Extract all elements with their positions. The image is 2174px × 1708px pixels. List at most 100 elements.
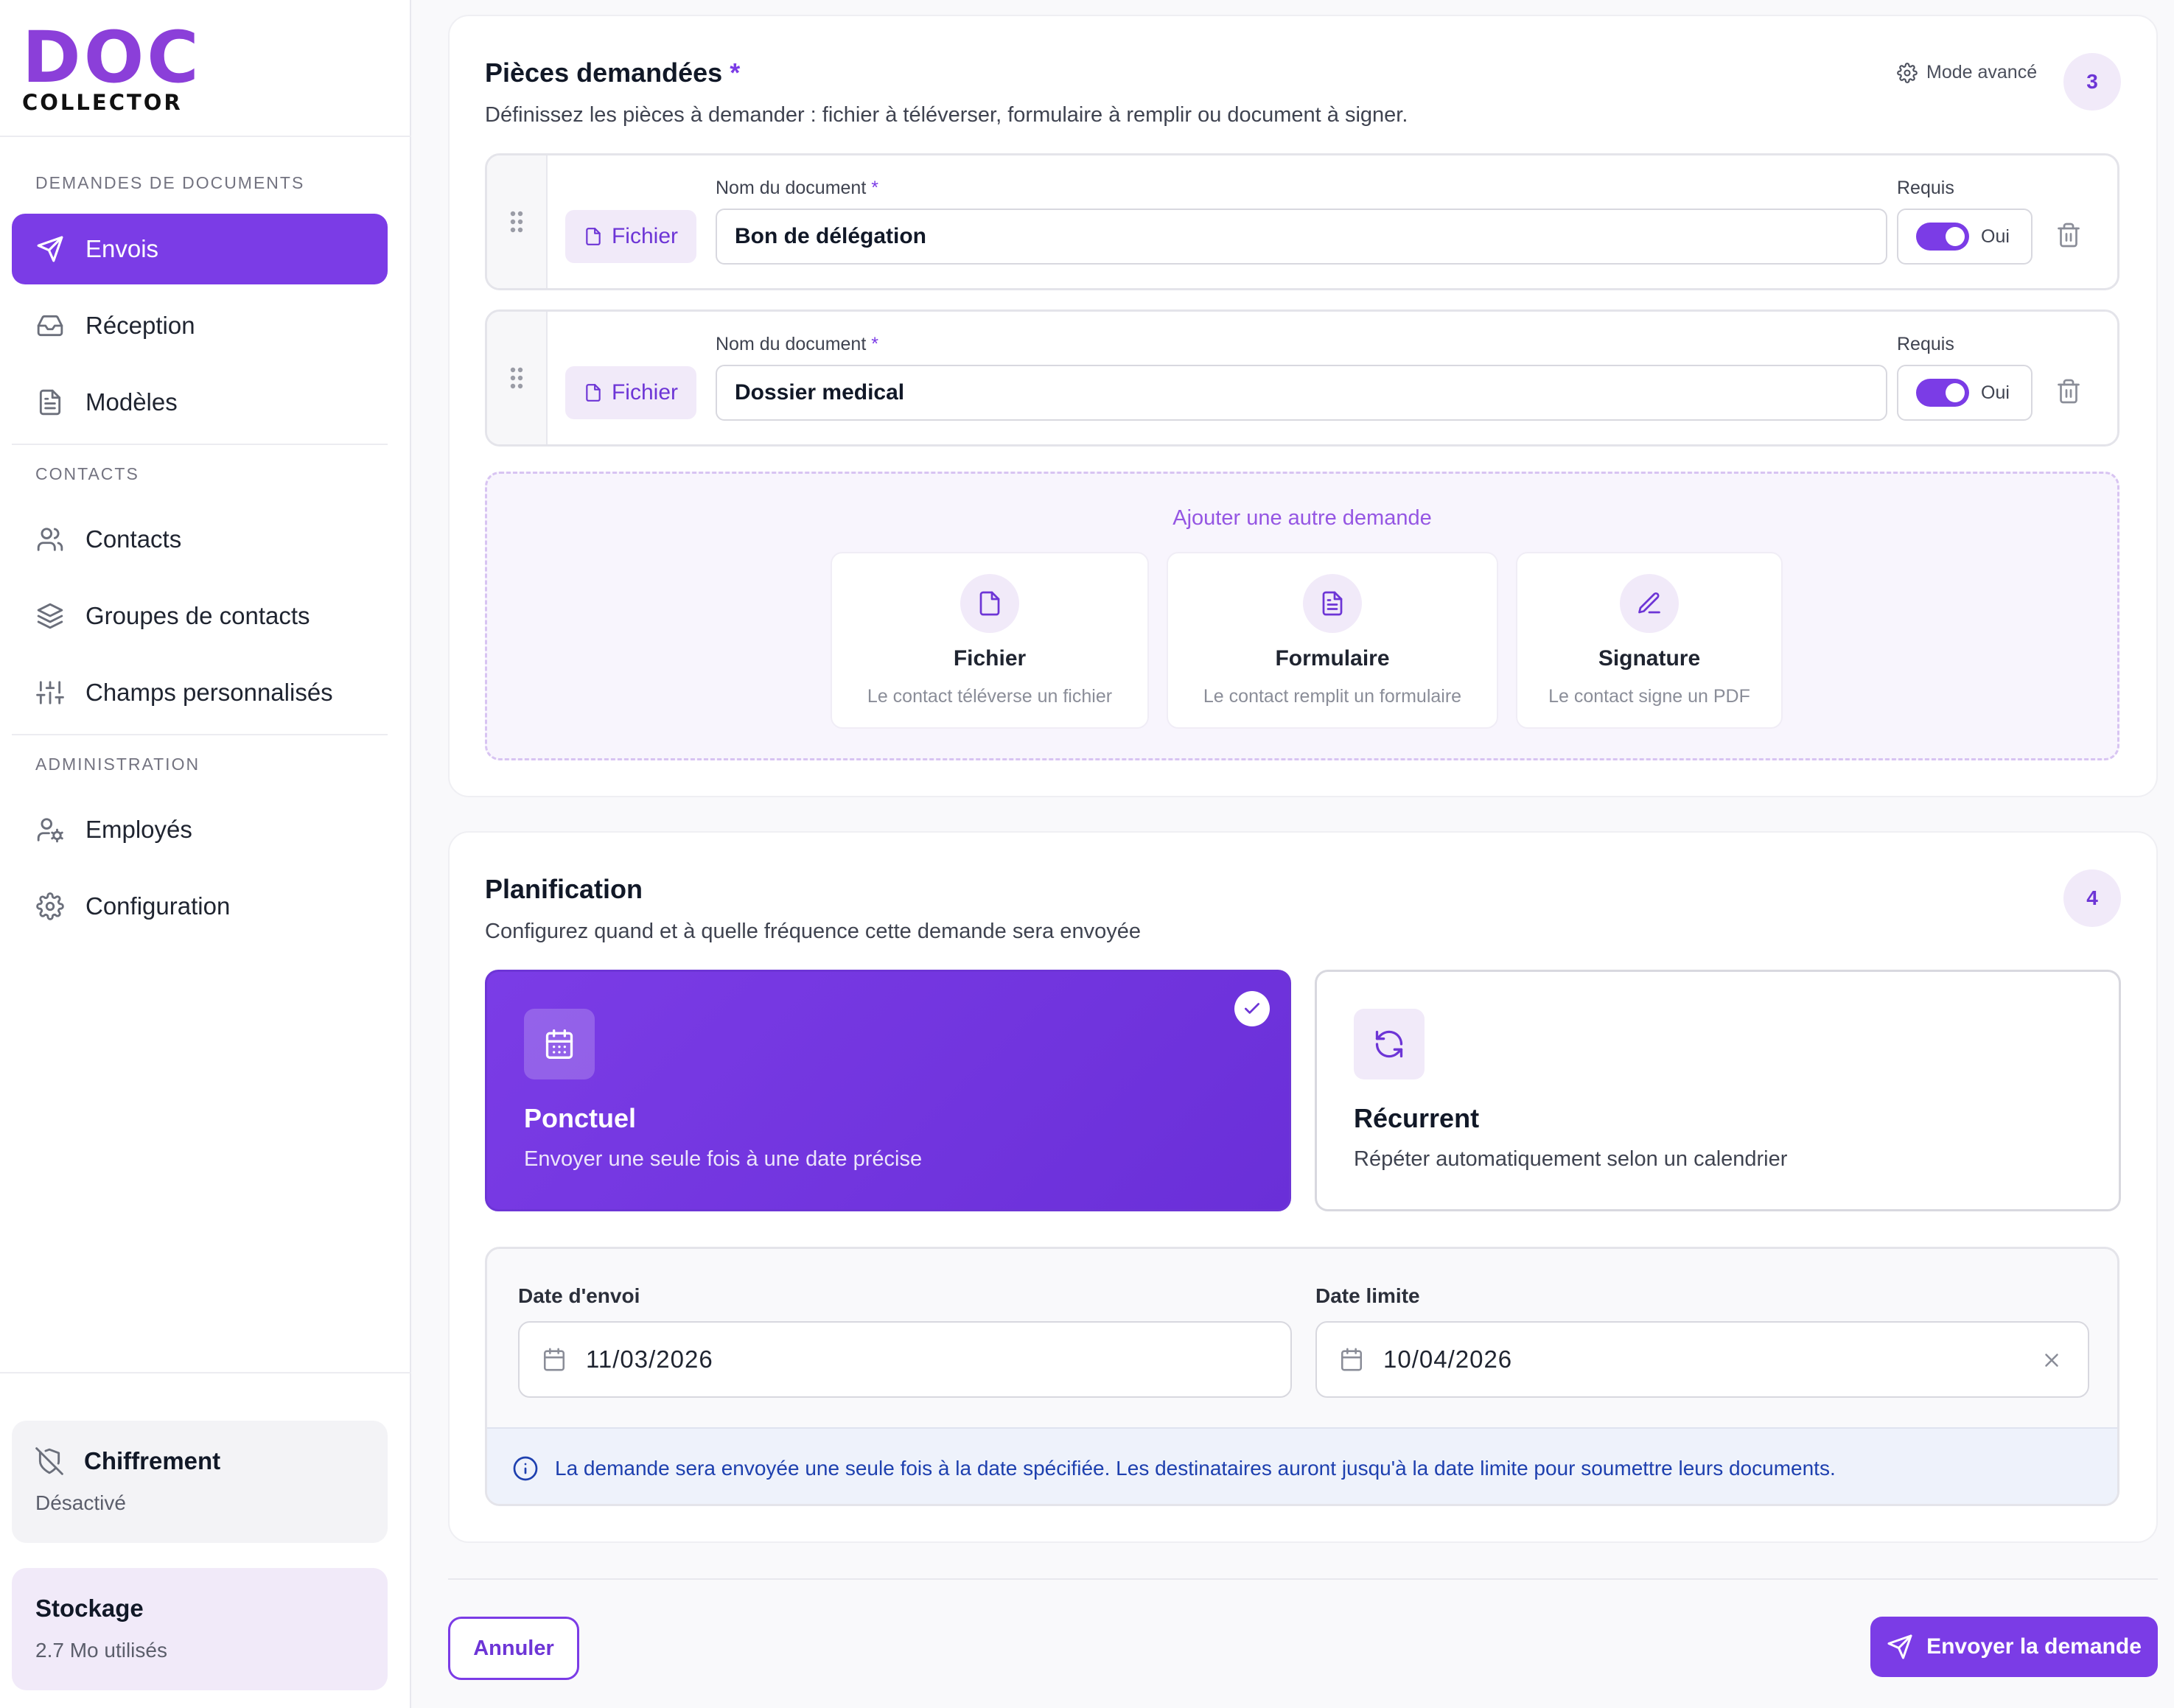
pen-icon — [1620, 574, 1679, 633]
add-file-option[interactable]: Fichier Le contact téléverse un fichier — [831, 552, 1149, 729]
send-icon — [1887, 1634, 1926, 1660]
check-icon — [1234, 991, 1270, 1026]
send-date-input[interactable]: 11/03/2026 — [518, 1321, 1292, 1398]
file-icon — [584, 227, 612, 246]
document-row: Fichier Nom du document * Requis Oui — [485, 309, 2119, 447]
send-request-button[interactable]: Envoyer la demande — [1870, 1617, 2158, 1677]
delete-document-button[interactable] — [2055, 222, 2082, 248]
clear-date-button[interactable] — [2041, 1349, 2063, 1371]
app-logo[interactable]: DOC COLLECTOR — [22, 16, 258, 115]
info-text: La demande sera envoyée une seule fois à… — [555, 1457, 1836, 1480]
sidebar-divider — [12, 734, 388, 735]
inbox-icon — [35, 311, 65, 340]
refresh-icon — [1354, 1009, 1425, 1079]
sidebar-item-configuration[interactable]: Configuration — [12, 871, 388, 942]
add-request-zone: Ajouter une autre demande Fichier Le con… — [485, 472, 2119, 760]
sidebar-item-label: Contacts — [85, 525, 182, 553]
add-request-title: Ajouter une autre demande — [1172, 506, 1432, 530]
send-date-label: Date d'envoi — [518, 1284, 640, 1307]
sidebar-item-envois[interactable]: Envois — [12, 214, 388, 284]
toggle-switch[interactable] — [1916, 379, 1969, 407]
document-type-chip[interactable]: Fichier — [565, 210, 696, 263]
deadline-label: Date limite — [1315, 1284, 1420, 1307]
info-banner: La demande sera envoyée une seule fois à… — [487, 1427, 2117, 1504]
user-cog-icon — [35, 815, 65, 844]
trash-icon — [2058, 379, 2080, 404]
sidebar-item-label: Groupes de contacts — [85, 602, 310, 629]
required-label: Requis — [1897, 178, 1954, 198]
sidebar-divider — [12, 444, 388, 445]
add-signature-option[interactable]: Signature Le contact signe un PDF — [1516, 552, 1783, 729]
encryption-card[interactable]: Chiffrement Désactivé — [12, 1421, 388, 1543]
sliders-icon — [35, 678, 65, 707]
sidebar-item-reception[interactable]: Réception — [12, 290, 388, 361]
add-form-option[interactable]: Formulaire Le contact remplit un formula… — [1167, 552, 1498, 729]
toggle-switch[interactable] — [1916, 223, 1969, 251]
calendar-icon — [524, 1009, 595, 1079]
encryption-status: Désactivé — [35, 1491, 126, 1514]
option-title: Fichier — [953, 646, 1027, 671]
required-toggle[interactable]: Oui — [1897, 209, 2033, 265]
advanced-mode-button[interactable]: Mode avancé — [1897, 62, 2037, 83]
section-heading-contacts: CONTACTS — [35, 464, 139, 483]
required-toggle[interactable]: Oui — [1897, 365, 2033, 421]
toggle-label: Oui — [1981, 382, 2010, 403]
sidebar-item-contacts[interactable]: Contacts — [12, 504, 388, 575]
calendar-icon — [542, 1347, 567, 1372]
document-type-chip[interactable]: Fichier — [565, 366, 696, 419]
schedule-option-ponctuel[interactable]: Ponctuel Envoyer une seule fois à une da… — [485, 970, 1291, 1211]
send-request-label: Envoyer la demande — [1926, 1634, 2142, 1659]
section-heading-documents: DEMANDES DE DOCUMENTS — [35, 173, 305, 192]
info-icon — [512, 1455, 539, 1482]
gear-icon — [35, 892, 65, 921]
sidebar-item-champs[interactable]: Champs personnalisés — [12, 657, 388, 728]
logo-sub-text: COLLECTOR — [22, 90, 183, 115]
pieces-title: Pièces demandées * — [485, 57, 741, 88]
document-row: Fichier Nom du document * Requis Oui — [485, 153, 2119, 290]
sidebar-item-label: Configuration — [85, 892, 231, 920]
grip-icon — [510, 367, 523, 389]
logo-main-text: DOC — [22, 16, 202, 99]
sidebar-item-groupes[interactable]: Groupes de contacts — [12, 581, 388, 651]
sidebar-divider — [0, 136, 411, 137]
sidebar: DOC COLLECTOR DEMANDES DE DOCUMENTS Envo… — [0, 0, 411, 1708]
toggle-label: Oui — [1981, 225, 2010, 247]
required-label: Requis — [1897, 334, 1954, 354]
drag-handle[interactable] — [487, 155, 548, 288]
cancel-button[interactable]: Annuler — [448, 1617, 579, 1680]
schedule-option-recurrent[interactable]: Récurrent Répéter automatiquement selon … — [1315, 970, 2121, 1211]
sidebar-item-modeles[interactable]: Modèles — [12, 367, 388, 438]
document-name-label: Nom du document * — [716, 178, 878, 198]
storage-card: Stockage 2.7 Mo utilisés — [12, 1568, 388, 1690]
option-title: Signature — [1598, 646, 1701, 671]
option-title: Formulaire — [1275, 646, 1390, 671]
pieces-description: Définissez les pièces à demander : fichi… — [485, 103, 1408, 127]
send-date-value: 11/03/2026 — [586, 1345, 713, 1373]
sidebar-divider — [0, 1372, 411, 1373]
footer-divider — [448, 1578, 2158, 1580]
delete-document-button[interactable] — [2055, 378, 2082, 405]
sidebar-item-label: Champs personnalisés — [85, 679, 333, 706]
drag-handle[interactable] — [487, 312, 548, 444]
section-heading-admin: ADMINISTRATION — [35, 755, 200, 774]
document-icon — [35, 388, 65, 417]
deadline-input[interactable]: 10/04/2026 — [1315, 1321, 2089, 1398]
sidebar-item-label: Réception — [85, 312, 195, 339]
option-subtitle: Le contact signe un PDF — [1548, 686, 1750, 707]
step-badge: 3 — [2063, 53, 2121, 111]
document-name-input[interactable] — [716, 209, 1887, 265]
calendar-icon — [1339, 1347, 1364, 1372]
schedule-option-subtitle: Répéter automatiquement selon un calendr… — [1354, 1147, 1788, 1171]
file-icon — [584, 383, 612, 402]
document-name-input[interactable] — [716, 365, 1887, 421]
users-icon — [35, 525, 65, 554]
gear-icon — [1897, 62, 1926, 83]
sidebar-item-label: Employés — [85, 816, 192, 843]
file-icon — [960, 574, 1019, 633]
planning-title: Planification — [485, 874, 643, 904]
sidebar-item-employes[interactable]: Employés — [12, 794, 388, 865]
trash-icon — [2058, 223, 2080, 248]
schedule-option-subtitle: Envoyer une seule fois à une date précis… — [524, 1147, 923, 1171]
grip-icon — [510, 211, 523, 233]
sidebar-item-label: Modèles — [85, 388, 178, 416]
